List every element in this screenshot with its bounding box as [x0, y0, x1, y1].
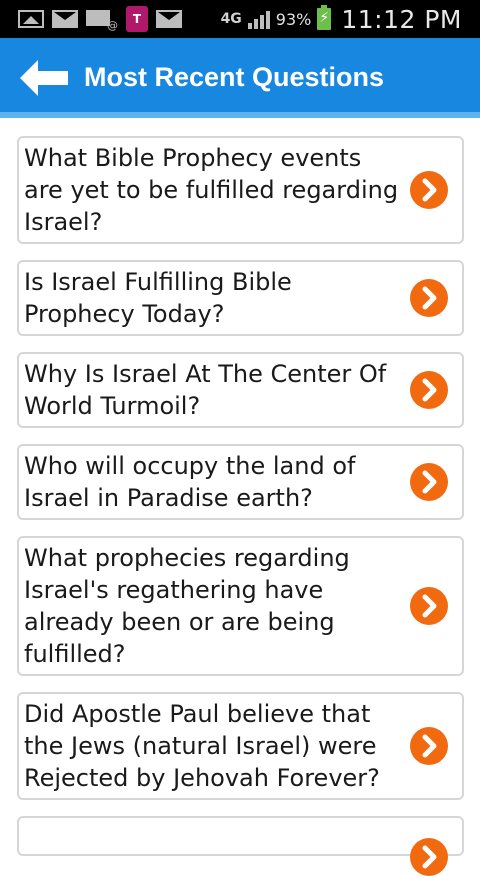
- chevron-right-icon[interactable]: [410, 587, 448, 625]
- chevron-right-icon[interactable]: [410, 463, 448, 501]
- chevron-right-icon[interactable]: [410, 279, 448, 317]
- question-text: Did Apostle Paul believe that the Jews (…: [24, 700, 380, 792]
- questions-list: What Bible Prophecy events are yet to be…: [17, 136, 464, 876]
- battery-percent: 93%: [275, 9, 312, 29]
- arrow-left-icon: [20, 60, 68, 96]
- image-icon: [18, 10, 44, 28]
- question-text: Why Is Israel At The Center Of World Tur…: [24, 360, 387, 420]
- question-item[interactable]: What Bible Prophecy events are yet to be…: [17, 136, 464, 244]
- status-bar: @ T 4G 93% ⚡ 11:12 PM: [0, 0, 480, 38]
- signal-strength-icon: [247, 9, 270, 29]
- question-text: Who will occupy the land of Israel in Pa…: [24, 452, 356, 512]
- chevron-right-icon[interactable]: [410, 727, 448, 765]
- notification-icons: @ T: [18, 6, 182, 32]
- question-item[interactable]: Who will occupy the land of Israel in Pa…: [17, 444, 464, 520]
- page-title: Most Recent Questions: [84, 62, 385, 92]
- mail-icon: [156, 10, 182, 28]
- mail-at-icon: @: [86, 10, 118, 32]
- back-button[interactable]: [20, 60, 68, 96]
- app-header: Most Recent Questions: [0, 38, 480, 118]
- mail-icon: [52, 10, 78, 28]
- system-indicators: 4G 93% ⚡ 11:12 PM: [221, 0, 462, 38]
- network-type-label: 4G: [220, 11, 242, 27]
- question-text: Is Israel Fulfilling Bible Prophecy Toda…: [24, 268, 292, 328]
- question-text: What Bible Prophecy events are yet to be…: [24, 144, 399, 236]
- question-text: What prophecies regarding Israel's regat…: [24, 544, 350, 668]
- tmobile-app-icon: T: [126, 6, 148, 32]
- chevron-right-icon[interactable]: [410, 371, 448, 409]
- chevron-right-icon[interactable]: [410, 171, 448, 209]
- chevron-right-icon[interactable]: [410, 838, 448, 876]
- question-item[interactable]: Why Is Israel At The Center Of World Tur…: [17, 352, 464, 428]
- status-clock: 11:12 PM: [341, 4, 462, 34]
- question-item[interactable]: What prophecies regarding Israel's regat…: [17, 536, 464, 676]
- question-item[interactable]: [17, 816, 464, 876]
- question-item[interactable]: Did Apostle Paul believe that the Jews (…: [17, 692, 464, 800]
- battery-charging-icon: ⚡: [317, 5, 332, 30]
- question-item[interactable]: Is Israel Fulfilling Bible Prophecy Toda…: [17, 260, 464, 336]
